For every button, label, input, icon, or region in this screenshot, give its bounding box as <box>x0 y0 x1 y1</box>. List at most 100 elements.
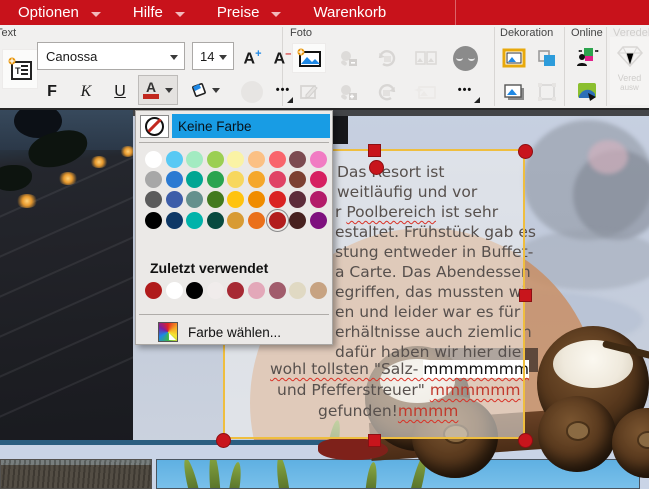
choose-color-option[interactable]: Farbe wählen... <box>148 322 281 342</box>
recent-color-swatch[interactable] <box>248 282 265 299</box>
font-size-value: 14 <box>200 48 215 64</box>
magnifier-plus-icon <box>337 82 359 102</box>
photo-more-button[interactable]: ••• <box>446 77 484 107</box>
palette-swatch[interactable] <box>309 171 327 189</box>
palette-swatch[interactable] <box>206 151 224 168</box>
palette-swatch[interactable] <box>186 171 204 189</box>
recent-color-swatch[interactable] <box>268 282 286 299</box>
palette-swatch[interactable] <box>227 171 245 189</box>
chevron-down-icon[interactable] <box>90 12 101 17</box>
palette-swatch[interactable] <box>309 191 327 209</box>
section-label-online: Online <box>571 27 603 39</box>
underline-icon: U <box>114 83 126 100</box>
palette-swatch[interactable] <box>186 211 204 229</box>
palette-swatch[interactable] <box>145 171 162 189</box>
palette-swatch[interactable] <box>289 191 307 209</box>
text-shadow-button <box>238 77 266 107</box>
handle-rotate[interactable] <box>369 160 384 175</box>
palette-swatch[interactable] <box>248 211 265 229</box>
palette-swatch[interactable] <box>289 171 307 189</box>
recent-color-swatch[interactable] <box>289 282 307 299</box>
fill-color-button[interactable] <box>184 75 224 105</box>
increase-font-button[interactable]: A+ <box>239 43 266 73</box>
palette-swatch[interactable] <box>265 208 289 232</box>
palette-swatch[interactable] <box>206 191 224 209</box>
rotate-right-button <box>370 43 404 73</box>
menu-hilfe[interactable]: Hilfe <box>123 4 173 21</box>
palette-swatch[interactable] <box>268 191 286 209</box>
recent-color-swatch[interactable] <box>309 282 327 299</box>
handle-bottom-mid[interactable] <box>368 434 381 447</box>
handle-bottom-right[interactable] <box>518 433 533 448</box>
palette-swatch[interactable] <box>268 171 286 189</box>
italic-button[interactable]: K <box>72 77 100 107</box>
chevron-down-icon[interactable] <box>271 12 282 17</box>
add-photo-button[interactable] <box>292 43 326 73</box>
palette-swatch[interactable] <box>248 151 265 168</box>
two-images-icon <box>414 49 438 67</box>
palette-swatch[interactable] <box>165 191 183 209</box>
palette-swatch[interactable] <box>248 171 265 189</box>
palette-swatch[interactable] <box>309 211 327 229</box>
palette-swatch[interactable] <box>289 211 307 229</box>
shadow-circle-icon <box>241 81 263 103</box>
font-size-select[interactable]: 14 <box>192 42 234 70</box>
palette-swatch[interactable] <box>145 151 162 168</box>
palette-swatch[interactable] <box>206 171 224 189</box>
menu-warenkorb[interactable]: Warenkorb <box>303 4 396 21</box>
palette-swatch[interactable] <box>186 191 204 209</box>
recent-color-swatch[interactable] <box>227 282 245 299</box>
handle-top-right[interactable] <box>518 144 533 159</box>
photo-frame-button[interactable] <box>499 43 529 73</box>
font-family-select[interactable]: Canossa <box>37 42 185 70</box>
palette-swatch[interactable] <box>165 211 183 229</box>
menu-optionen[interactable]: Optionen <box>8 4 89 21</box>
no-color-option[interactable]: Keine Farbe <box>140 114 330 138</box>
palette-swatch[interactable] <box>309 151 327 168</box>
palette-swatch[interactable] <box>227 191 245 209</box>
deck-lamp <box>120 146 133 157</box>
no-color-highlight[interactable]: Keine Farbe <box>172 114 330 138</box>
font-decrease-icon: A– <box>273 47 292 68</box>
blur-faces-button[interactable] <box>446 43 484 73</box>
add-textbox-button[interactable]: T <box>2 49 38 89</box>
photo-shadow-button[interactable] <box>499 77 529 107</box>
palette-swatch[interactable] <box>145 211 162 229</box>
chevron-down-icon <box>165 87 173 93</box>
face-blur-icon <box>452 45 478 71</box>
underline-button[interactable]: U <box>106 77 134 107</box>
palette-swatch[interactable] <box>206 211 224 229</box>
toolbar-divider <box>606 27 607 106</box>
section-label-dekoration: Dekoration <box>500 27 554 39</box>
palette-swatch[interactable] <box>268 151 286 168</box>
menu-preise[interactable]: Preise <box>207 4 270 21</box>
overlap-order-button[interactable] <box>532 43 562 73</box>
handle-mid-right[interactable] <box>519 289 532 302</box>
recent-color-swatch[interactable] <box>206 282 224 299</box>
bold-button[interactable]: F <box>38 77 66 107</box>
upload-image-button[interactable] <box>570 77 604 107</box>
thatch-roof-photo[interactable] <box>0 459 152 489</box>
font-color-dropdown[interactable]: Keine Farbe Zuletzt verwendet Farbe wähl… <box>135 110 333 345</box>
palette-swatch[interactable] <box>248 191 265 209</box>
palette-swatch[interactable] <box>289 151 307 168</box>
palette-swatch[interactable] <box>186 151 204 168</box>
no-color-swatch[interactable] <box>140 114 169 138</box>
handle-bottom-left[interactable] <box>216 433 231 448</box>
font-color-button[interactable]: A <box>138 75 178 105</box>
chevron-down-icon[interactable] <box>174 12 185 17</box>
share-online-button[interactable] <box>570 43 604 73</box>
photo-plus-icon <box>296 48 322 68</box>
font-color-icon: A <box>143 80 159 99</box>
recent-color-swatch[interactable] <box>165 282 183 299</box>
recent-color-swatch[interactable] <box>186 282 204 299</box>
palette-swatch[interactable] <box>165 171 183 189</box>
deck-photo[interactable] <box>0 110 133 451</box>
palette-swatch[interactable] <box>227 211 245 229</box>
recent-color-swatch[interactable] <box>145 282 162 299</box>
palette-swatch[interactable] <box>145 191 162 209</box>
palette-swatch[interactable] <box>165 151 183 168</box>
veredel-caption-1: Vered <box>617 73 642 83</box>
handle-top-mid[interactable] <box>368 144 381 157</box>
palette-swatch[interactable] <box>227 151 245 168</box>
